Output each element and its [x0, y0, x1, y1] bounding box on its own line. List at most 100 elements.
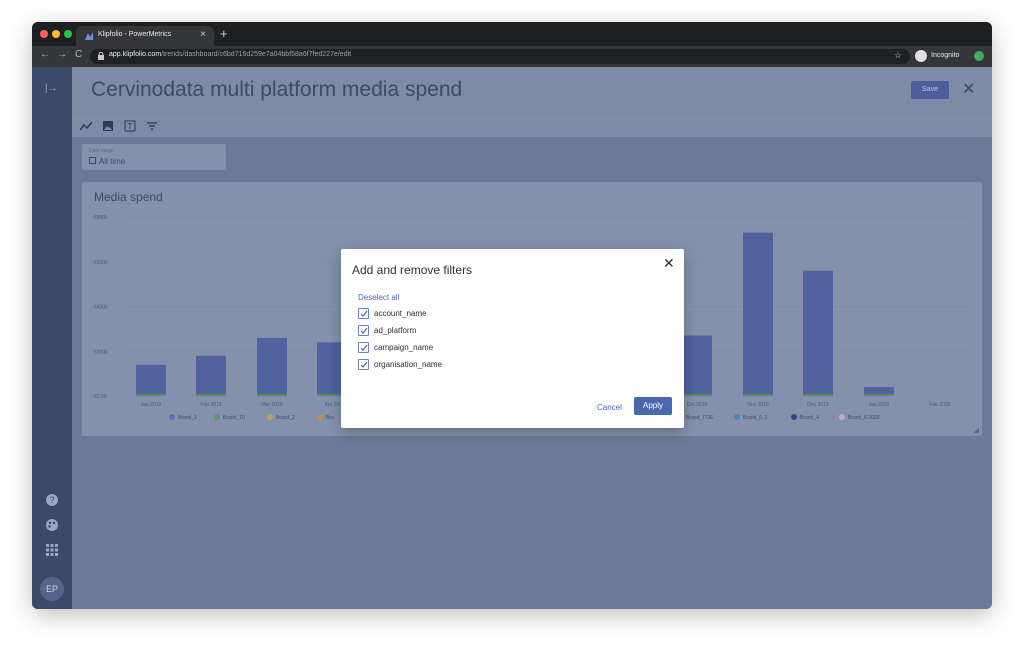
- incognito-label: Incognito: [931, 52, 960, 59]
- url-path: /trends/dashboard/c6bd716d259e7a04bbf58a…: [161, 51, 352, 58]
- legend-label[interactable]: Brand_4: [800, 415, 819, 421]
- tab-title: Klipfolio - PowerMetrics: [98, 31, 172, 38]
- y-tick-label: €600k: [94, 260, 108, 266]
- bar-segment[interactable]: [682, 394, 712, 396]
- deselect-all-link[interactable]: Deselect all: [358, 293, 399, 302]
- y-tick-label: €200k: [94, 349, 108, 355]
- y-tick-label: €400k: [94, 305, 108, 311]
- legend-label[interactable]: Brand_2: [276, 415, 295, 421]
- bar[interactable]: [196, 355, 226, 396]
- address-bar: ← → C app.klipfolio.com/trends/dashboard…: [32, 46, 992, 67]
- x-tick-label: Nov 2019: [747, 402, 769, 408]
- legend-marker[interactable]: [169, 414, 175, 420]
- legend-marker[interactable]: [734, 414, 740, 420]
- browser-window: Klipfolio - PowerMetrics × + ← → C app.k…: [32, 22, 992, 609]
- palette-icon[interactable]: [45, 518, 59, 532]
- legend-label[interactable]: Brand_10: [223, 415, 245, 421]
- y-tick-label: €800k: [94, 215, 108, 221]
- minimize-window-button[interactable]: [52, 30, 60, 38]
- filters-dialog: Add and remove filters ✕ Deselect all ac…: [341, 249, 684, 428]
- x-tick-label: Jan 2019: [141, 402, 162, 408]
- bookmark-star-icon[interactable]: ☆: [894, 50, 902, 61]
- apply-button[interactable]: Apply: [634, 397, 672, 415]
- date-range-filter[interactable]: Date range All time: [82, 144, 226, 170]
- url-text: app.klipfolio.com/trends/dashboard/c6bd7…: [109, 51, 351, 58]
- dialog-close-icon[interactable]: ✕: [663, 255, 675, 272]
- bar-segment[interactable]: [257, 394, 287, 396]
- checkbox[interactable]: [358, 325, 369, 336]
- x-tick-label: Dec 2019: [807, 402, 829, 408]
- filter-label: campaign_name: [374, 343, 434, 352]
- tab-close-icon[interactable]: ×: [200, 29, 206, 40]
- filter-label: ad_platform: [374, 326, 417, 335]
- checkbox[interactable]: [358, 359, 369, 370]
- legend-label[interactable]: Bra: [326, 415, 334, 421]
- legend-label[interactable]: Brand_6 2020: [848, 415, 880, 421]
- bar[interactable]: [682, 335, 712, 396]
- image-icon[interactable]: [102, 120, 114, 132]
- bar[interactable]: [743, 232, 773, 396]
- x-tick-label: Oct 2019: [687, 402, 708, 408]
- dialog-title: Add and remove filters: [352, 263, 473, 277]
- page-title[interactable]: Cervinodata multi platform media spend: [91, 78, 462, 102]
- filter-label: organisation_name: [374, 360, 443, 369]
- sidebar: |→ ? EP: [32, 67, 72, 609]
- browser-tab[interactable]: Klipfolio - PowerMetrics ×: [76, 26, 214, 46]
- bar[interactable]: [136, 364, 166, 396]
- bar-segment[interactable]: [864, 394, 894, 396]
- bar-segment[interactable]: [196, 394, 226, 396]
- tab-bar: Klipfolio - PowerMetrics × +: [32, 22, 992, 46]
- legend-marker[interactable]: [839, 414, 845, 420]
- legend-marker[interactable]: [214, 414, 220, 420]
- legend-marker[interactable]: [317, 414, 323, 420]
- svg-text:?: ?: [49, 495, 54, 505]
- svg-text:T: T: [128, 122, 133, 131]
- x-tick-label: Feb 2019: [200, 402, 221, 408]
- legend-label[interactable]: Brand_1: [178, 415, 197, 421]
- bar-segment[interactable]: [136, 394, 166, 396]
- reload-icon[interactable]: C: [75, 49, 82, 60]
- legend-label[interactable]: Brand_7 DE: [686, 415, 714, 421]
- extension-icon[interactable]: [974, 51, 984, 61]
- legend-label[interactable]: Brand_6_1: [743, 415, 768, 421]
- bar[interactable]: [803, 270, 833, 396]
- avatar[interactable]: EP: [40, 577, 64, 601]
- help-icon[interactable]: ?: [45, 493, 59, 507]
- date-range-value: All time: [99, 157, 126, 166]
- checkbox[interactable]: [358, 342, 369, 353]
- legend-marker[interactable]: [791, 414, 797, 420]
- new-tab-button[interactable]: +: [220, 26, 228, 41]
- x-tick-label: Feb 2020: [929, 402, 950, 408]
- legend-marker[interactable]: [267, 414, 273, 420]
- editor-toolbar: T: [72, 113, 992, 137]
- maximize-window-button[interactable]: [64, 30, 72, 38]
- incognito-icon[interactable]: [915, 50, 927, 62]
- x-tick-label: Mar 2019: [261, 402, 282, 408]
- line-chart-icon[interactable]: [80, 120, 92, 132]
- filter-icon[interactable]: [146, 120, 158, 132]
- url-host: app.klipfolio.com: [109, 51, 162, 58]
- resize-handle-icon[interactable]: ◢: [974, 426, 979, 434]
- y-tick-label: €0.00: [94, 394, 107, 400]
- calendar-icon: [89, 157, 96, 164]
- page-header: Cervinodata multi platform media spend S…: [72, 67, 992, 113]
- x-tick-label: Apr 20: [325, 402, 340, 408]
- expand-sidebar-icon[interactable]: |→: [45, 83, 58, 94]
- bar-segment[interactable]: [803, 394, 833, 396]
- lock-icon: [98, 52, 104, 60]
- cancel-button[interactable]: Cancel: [597, 403, 622, 412]
- text-icon[interactable]: T: [124, 120, 136, 132]
- apps-grid-icon[interactable]: [45, 543, 59, 557]
- back-icon[interactable]: ←: [40, 49, 50, 60]
- close-icon[interactable]: ✕: [962, 79, 975, 99]
- url-input[interactable]: app.klipfolio.com/trends/dashboard/c6bd7…: [90, 49, 910, 64]
- bar-segment[interactable]: [743, 394, 773, 396]
- close-window-button[interactable]: [40, 30, 48, 38]
- x-tick-label: Jan 2020: [869, 402, 890, 408]
- checkbox[interactable]: [358, 308, 369, 319]
- filter-label: account_name: [374, 309, 427, 318]
- bar[interactable]: [257, 337, 287, 396]
- save-button[interactable]: Save: [911, 81, 949, 99]
- forward-icon[interactable]: →: [57, 49, 67, 60]
- klipfolio-logo-icon: [85, 32, 93, 40]
